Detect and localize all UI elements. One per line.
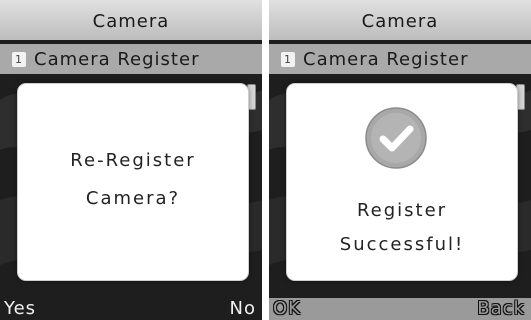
device-screen-success: Camera 1 Camera Register Register Succes… [269, 0, 531, 320]
screen-title: Camera [269, 0, 531, 40]
dialog-message-line-1: Re-Register [70, 150, 196, 171]
menu-item-label: Camera Register [303, 49, 469, 70]
scrollbar-thumb[interactable] [516, 84, 525, 110]
dialog-message-line-2: Successful! [339, 234, 465, 255]
dialog-message-line-2: Camera? [85, 188, 181, 209]
menu-item-number: 1 [281, 52, 295, 67]
softkey-ok[interactable]: OK [273, 298, 301, 320]
dialog-message-line-1: Register [356, 200, 448, 221]
success-dialog: Register Successful! [287, 84, 517, 280]
check-circle-icon [365, 107, 427, 169]
scrollbar-thumb[interactable] [247, 84, 256, 110]
menu-item-camera-register[interactable]: 1 Camera Register [0, 44, 262, 74]
device-screen-confirm: Camera 1 Camera Register Re-Register Cam… [0, 0, 262, 320]
screen-title: Camera [0, 0, 262, 40]
softkey-bar: Yes No [0, 298, 262, 320]
menu-item-camera-register[interactable]: 1 Camera Register [269, 44, 531, 74]
menu-item-number: 1 [12, 52, 26, 67]
menu-item-label: Camera Register [34, 49, 200, 70]
softkey-bar: OK Back [269, 298, 531, 320]
confirm-dialog: Re-Register Camera? [18, 84, 248, 280]
softkey-no[interactable]: No [230, 298, 256, 320]
softkey-back[interactable]: Back [477, 298, 525, 320]
softkey-yes[interactable]: Yes [4, 298, 36, 320]
